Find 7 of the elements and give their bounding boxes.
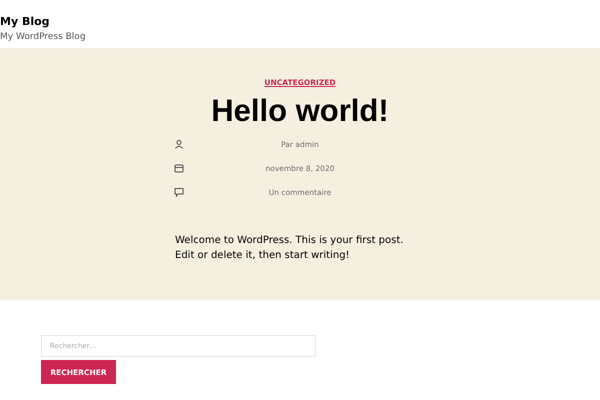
post-title: Hello world!	[211, 93, 389, 129]
site-title[interactable]: My Blog	[0, 15, 50, 28]
speech-bubble-icon	[174, 187, 184, 197]
calendar-icon	[174, 163, 184, 173]
person-icon	[174, 139, 184, 149]
post-body: Welcome to WordPress. This is your first post. Edit or delete it, then start writing!	[175, 234, 404, 263]
site-tagline: My WordPress Blog	[0, 32, 86, 42]
